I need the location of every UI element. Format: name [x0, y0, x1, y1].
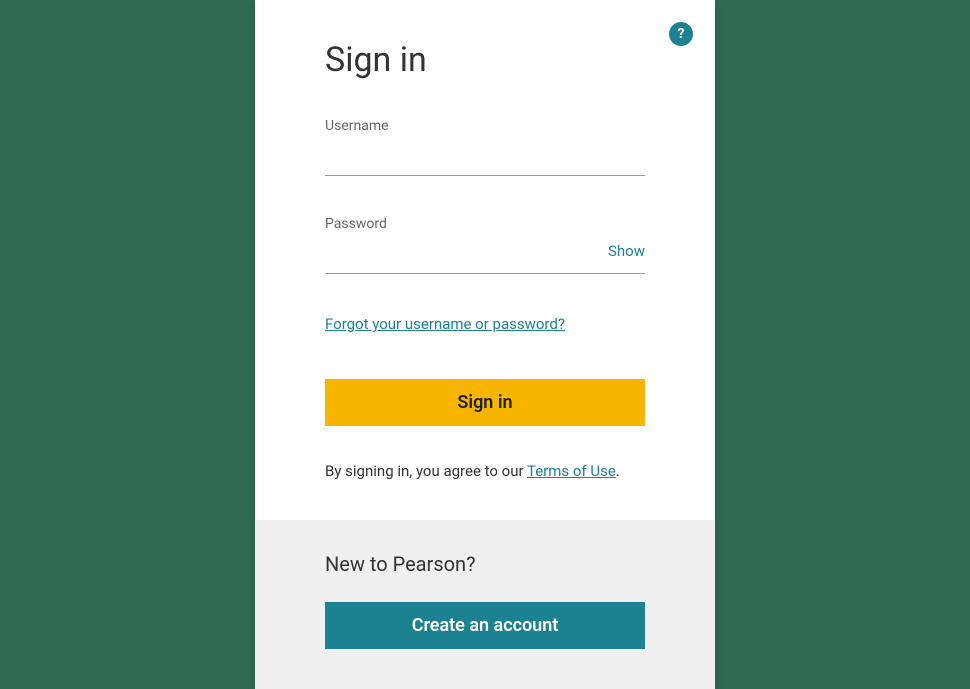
sign-in-card: ? Sign in Username Password Show Forgot … [255, 0, 715, 689]
password-label: Password [325, 216, 645, 232]
footer-heading: New to Pearson? [325, 552, 645, 576]
username-field-group: Username [325, 118, 645, 176]
username-input[interactable] [325, 140, 645, 175]
terms-suffix: . [616, 462, 620, 480]
show-password-button[interactable]: Show [608, 242, 645, 260]
terms-of-use-link[interactable]: Terms of Use [527, 462, 616, 480]
terms-prefix: By signing in, you agree to our [325, 462, 527, 480]
password-field-group: Password Show [325, 216, 645, 274]
terms-text: By signing in, you agree to our Terms of… [325, 462, 645, 480]
create-account-button[interactable]: Create an account [325, 602, 645, 649]
username-input-wrap [325, 140, 645, 176]
page-title: Sign in [325, 40, 645, 80]
card-footer: New to Pearson? Create an account [255, 520, 715, 689]
password-input[interactable] [325, 238, 645, 273]
username-label: Username [325, 118, 645, 134]
password-input-wrap: Show [325, 238, 645, 274]
sign-in-button[interactable]: Sign in [325, 379, 645, 426]
forgot-credentials-link[interactable]: Forgot your username or password? [325, 315, 565, 333]
help-icon[interactable]: ? [669, 22, 693, 46]
card-main: ? Sign in Username Password Show Forgot … [255, 0, 715, 520]
